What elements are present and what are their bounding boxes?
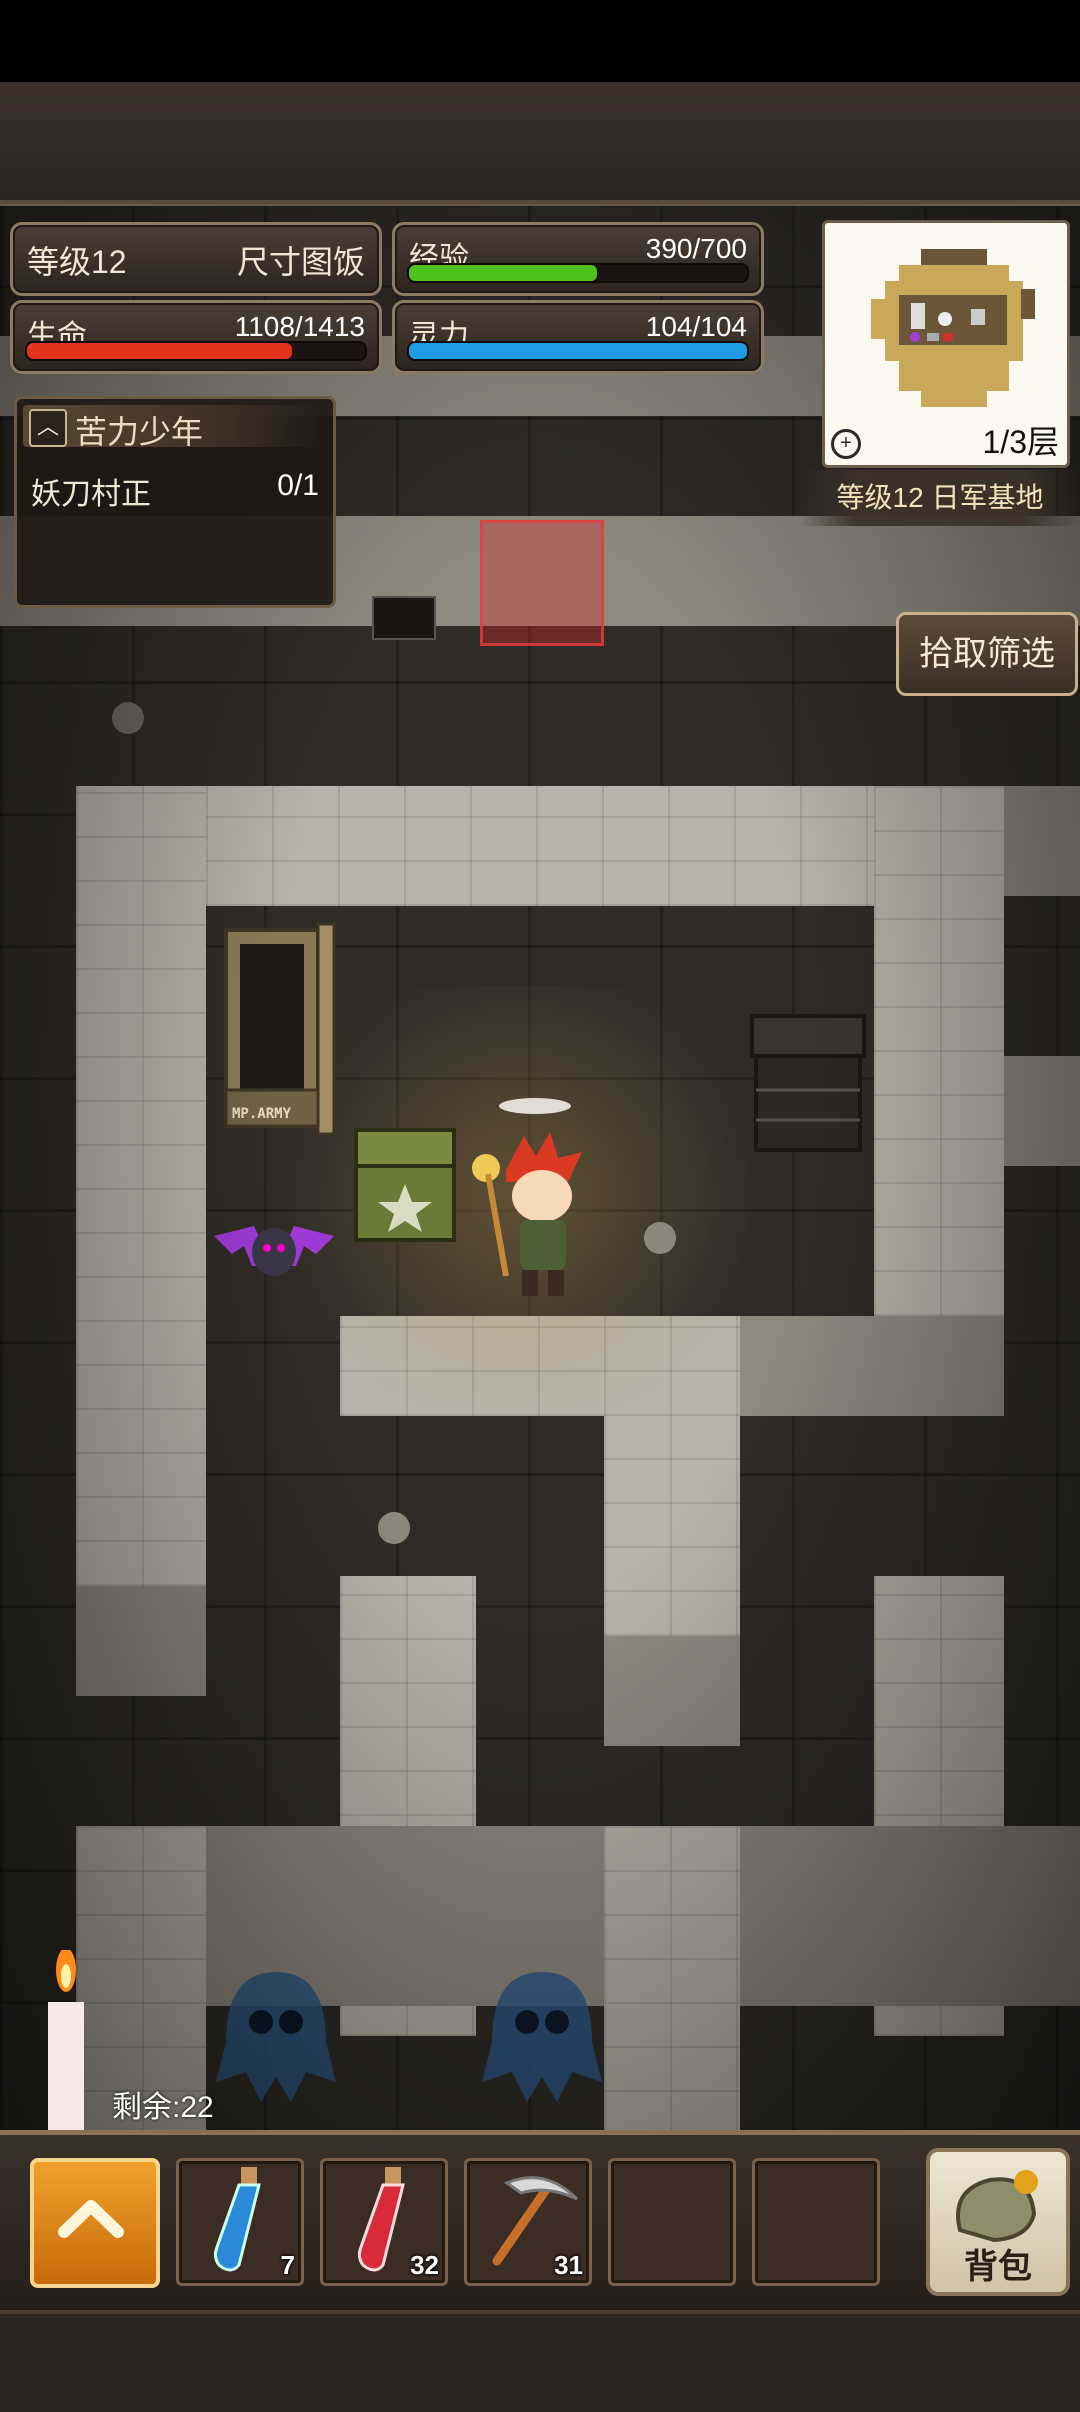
quest-tracker[interactable]: ︿ 苦力少年 妖刀村正 0/1 <box>14 396 336 608</box>
green-star-crate[interactable] <box>350 1126 460 1246</box>
bag-label: 背包 <box>964 2248 1032 2286</box>
mp-panel: 灵力 104/104 <box>392 300 764 374</box>
target-tile[interactable] <box>480 520 604 646</box>
item-slot-empty[interactable] <box>752 2158 880 2286</box>
item-slot-empty[interactable] <box>608 2158 736 2286</box>
open-chest[interactable] <box>746 1010 870 1160</box>
bag-button[interactable]: 背包 <box>926 2148 1070 2296</box>
floor-indicator: 1/3层 <box>982 424 1060 460</box>
bones <box>499 1098 571 1114</box>
quest-progress: 0/1 <box>277 469 319 502</box>
exp-panel: 经验 390/700 <box>392 222 764 296</box>
mp-value: 104/104 <box>645 311 747 342</box>
minimap[interactable]: + 1/3层 <box>822 220 1070 468</box>
status-bar <box>0 0 1080 82</box>
ghost-monster[interactable] <box>196 1962 356 2112</box>
mp-bar <box>407 341 749 361</box>
player-level: 等级12 <box>27 244 127 280</box>
wall <box>604 1636 740 1746</box>
item-slot-blue-potion[interactable]: 7 <box>176 2158 304 2286</box>
pickup-filter-button[interactable]: 拾取筛选 <box>896 612 1078 696</box>
hp-value: 1108/1413 <box>234 311 365 342</box>
skull <box>378 1512 410 1544</box>
mp-bar-fill <box>409 343 747 359</box>
wall <box>206 786 874 906</box>
ghost-monster[interactable] <box>462 1962 622 2112</box>
exp-bar-fill <box>409 265 598 281</box>
location-banner: 等级12 日军基地 <box>800 470 1080 526</box>
chevron-up-icon <box>58 2200 124 2238</box>
wall <box>76 1586 206 1696</box>
wall <box>604 1826 740 2136</box>
hp-bar-fill <box>27 343 292 359</box>
bat-monster[interactable] <box>204 1196 344 1296</box>
item-count: 7 <box>280 2250 295 2280</box>
expand-menu-button[interactable] <box>30 2158 160 2288</box>
item-slot-pickaxe[interactable]: 31 <box>464 2158 592 2286</box>
wall <box>1004 786 1080 896</box>
skull <box>112 702 144 734</box>
top-banner <box>0 82 1080 210</box>
wall <box>76 786 206 1586</box>
player-name: 尺寸图饭 <box>236 244 365 280</box>
exp-value: 390/700 <box>645 233 747 264</box>
zoom-icon[interactable]: + <box>831 429 861 459</box>
hp-bar <box>25 341 367 361</box>
wall <box>874 786 1004 1316</box>
blue-potion-icon <box>213 2167 261 2272</box>
wall <box>1004 1056 1080 1166</box>
bottom-decoration <box>0 2310 1080 2412</box>
skull <box>644 1222 676 1254</box>
chevron-up-icon[interactable]: ︿ <box>29 409 67 447</box>
coffin[interactable] <box>222 920 342 1160</box>
exp-bar <box>407 263 749 283</box>
item-slot-red-potion[interactable]: 32 <box>320 2158 448 2286</box>
quest-header: ︿ 苦力少年 <box>23 405 323 450</box>
item-count: 32 <box>410 2250 439 2280</box>
candle-icon <box>48 1950 84 2136</box>
floor-grate <box>372 596 436 640</box>
hp-panel: 生命 1108/1413 <box>10 300 382 374</box>
bag-icon <box>956 2170 1038 2243</box>
player-character[interactable] <box>466 1126 596 1306</box>
quest-task: 妖刀村正 <box>31 478 151 511</box>
crate-label: MP.ARMY <box>232 1106 292 1122</box>
level-name-panel: 等级12 尺寸图饭 <box>10 222 382 296</box>
candle-remaining: 剩余:22 <box>112 2091 214 2124</box>
quest-title: 苦力少年 <box>75 414 204 450</box>
item-count: 31 <box>554 2250 583 2280</box>
